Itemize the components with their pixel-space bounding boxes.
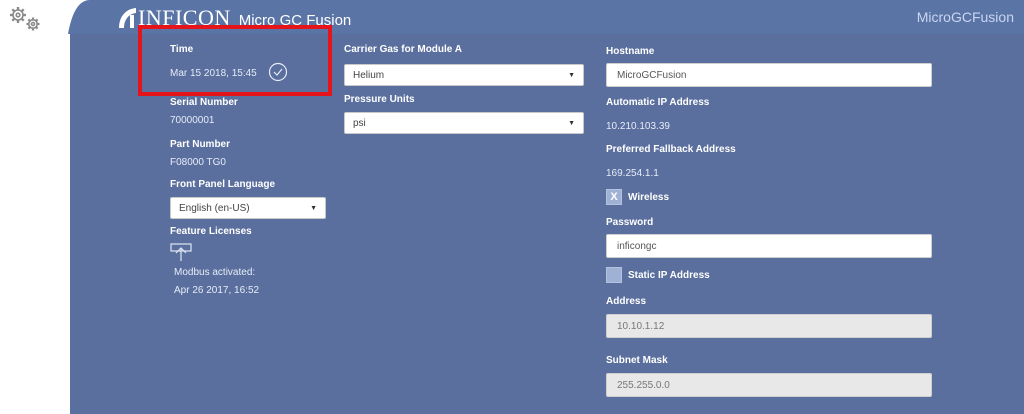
highlight-box xyxy=(138,25,332,96)
address-label: Address xyxy=(606,296,647,307)
header-curve xyxy=(50,0,90,34)
chevron-down-icon: ▼ xyxy=(568,119,575,127)
hostname-label: Hostname xyxy=(606,46,655,57)
pressure-units-value: psi xyxy=(353,117,366,129)
part-number-value: F08000 TG0 xyxy=(170,157,226,168)
front-panel-language-label: Front Panel Language xyxy=(170,179,276,190)
inficon-logo-mark-icon xyxy=(119,8,136,28)
serial-number-value: 70000001 xyxy=(170,115,215,126)
subnet-mask-label: Subnet Mask xyxy=(606,355,668,366)
subnet-mask-input[interactable]: 255.255.0.0 xyxy=(606,373,932,397)
carrier-gas-select[interactable]: Helium ▼ xyxy=(344,64,584,86)
left-margin xyxy=(50,34,70,414)
static-ip-checkbox[interactable] xyxy=(606,267,622,283)
pressure-units-select[interactable]: psi ▼ xyxy=(344,112,584,134)
serial-number-label: Serial Number xyxy=(170,97,238,108)
part-number-label: Part Number xyxy=(170,139,231,150)
fallback-address-label: Preferred Fallback Address xyxy=(606,144,736,155)
fallback-address-value: 169.254.1.1 xyxy=(606,168,659,179)
upload-icon[interactable] xyxy=(170,242,192,262)
chevron-down-icon: ▼ xyxy=(310,204,317,212)
pressure-units-label: Pressure Units xyxy=(344,94,415,105)
header-hostname: MicroGCFusion xyxy=(916,9,1014,25)
feature-licenses-label: Feature Licenses xyxy=(170,226,252,237)
carrier-gas-label: Carrier Gas for Module A xyxy=(344,44,462,55)
settings-gear-area xyxy=(0,0,50,414)
wireless-label: Wireless xyxy=(628,192,670,203)
hostname-input[interactable]: MicroGCFusion xyxy=(606,63,932,87)
address-input[interactable]: 10.10.1.12 xyxy=(606,314,932,338)
language-select[interactable]: English (en-US) ▼ xyxy=(170,197,326,219)
license-line-2: Apr 26 2017, 16:52 xyxy=(174,285,260,296)
gears-icon[interactable] xyxy=(6,4,46,36)
password-label: Password xyxy=(606,217,654,228)
chevron-down-icon: ▼ xyxy=(568,71,575,79)
language-select-value: English (en-US) xyxy=(179,202,250,214)
wireless-checkbox[interactable]: X xyxy=(606,189,622,205)
automatic-ip-label: Automatic IP Address xyxy=(606,97,710,108)
automatic-ip-value: 10.210.103.39 xyxy=(606,121,670,132)
license-line-1: Modbus activated: xyxy=(174,267,256,278)
password-input[interactable]: inficongc xyxy=(606,234,932,258)
carrier-gas-value: Helium xyxy=(353,69,385,81)
static-ip-label: Static IP Address xyxy=(628,270,710,281)
